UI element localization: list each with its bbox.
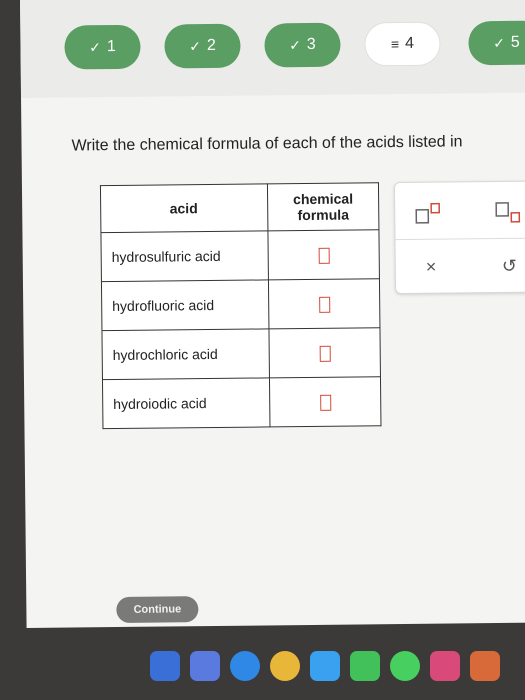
step-5[interactable]: ✓ 5 bbox=[468, 20, 525, 66]
formula-cell[interactable] bbox=[268, 278, 380, 329]
step-3[interactable]: ✓ 3 bbox=[264, 22, 341, 68]
step-1[interactable]: ✓ 1 bbox=[64, 24, 141, 70]
chrome-icon[interactable] bbox=[270, 651, 300, 681]
toolbar-divider bbox=[395, 237, 525, 241]
acid-table: acid chemical formula hydrosulfuric acid… bbox=[99, 182, 382, 430]
progress-bar: ✓ 1 ✓ 2 ✓ 3 ≡ 4 ✓ 5 bbox=[20, 0, 525, 98]
step-4[interactable]: ≡ 4 bbox=[364, 21, 441, 67]
step-label: 2 bbox=[206, 36, 216, 55]
check-icon: ✓ bbox=[493, 34, 505, 51]
table-header-row: acid chemical formula bbox=[100, 182, 379, 233]
subscript-icon[interactable] bbox=[495, 202, 523, 224]
formula-cell[interactable] bbox=[268, 327, 381, 378]
table-row: hydrosulfuric acid bbox=[100, 229, 380, 282]
acid-name: hydrofluoric acid bbox=[101, 279, 269, 331]
check-icon: ✓ bbox=[89, 38, 101, 55]
app-icon[interactable] bbox=[470, 651, 500, 681]
answer-input[interactable] bbox=[319, 345, 331, 362]
answer-input[interactable] bbox=[318, 247, 330, 264]
question-prompt: Write the chemical formula of each of th… bbox=[71, 133, 463, 155]
step-label: 4 bbox=[405, 34, 415, 52]
mail-icon[interactable] bbox=[310, 651, 340, 681]
step-label: 1 bbox=[106, 37, 116, 56]
answer-input[interactable] bbox=[319, 394, 331, 411]
continue-button[interactable]: Continue bbox=[116, 596, 199, 624]
launchpad-icon[interactable] bbox=[190, 651, 220, 681]
table-row: hydrofluoric acid bbox=[101, 278, 380, 331]
undo-icon[interactable]: ↺ bbox=[502, 256, 517, 277]
acid-name: hydrosulfuric acid bbox=[100, 230, 269, 282]
check-icon: ✓ bbox=[289, 36, 301, 53]
header-acid: acid bbox=[100, 183, 268, 233]
step-2[interactable]: ✓ 2 bbox=[164, 23, 241, 69]
table-row: hydroiodic acid bbox=[102, 376, 381, 429]
table-row: hydrochloric acid bbox=[101, 327, 381, 380]
close-icon[interactable]: × bbox=[426, 257, 437, 278]
formula-toolbar: × ↺ bbox=[393, 180, 525, 295]
acid-name: hydroiodic acid bbox=[102, 377, 270, 429]
formula-cell[interactable] bbox=[267, 229, 380, 280]
answer-input[interactable] bbox=[318, 296, 330, 313]
header-formula: chemical formula bbox=[267, 182, 379, 231]
step-label: 5 bbox=[510, 33, 520, 51]
screen: ✓ 1 ✓ 2 ✓ 3 ≡ 4 ✓ 5 Write the chemical f… bbox=[20, 0, 525, 628]
finder-icon[interactable] bbox=[150, 651, 180, 681]
check-icon: ✓ bbox=[189, 37, 201, 54]
step-label: 3 bbox=[306, 35, 316, 53]
menu-icon: ≡ bbox=[390, 36, 400, 53]
acid-name: hydrochloric acid bbox=[101, 328, 270, 380]
messages-icon[interactable] bbox=[390, 651, 420, 681]
formula-cell[interactable] bbox=[269, 376, 381, 427]
safari-icon[interactable] bbox=[230, 651, 260, 681]
app-icon[interactable] bbox=[430, 651, 460, 681]
dock bbox=[150, 646, 525, 686]
superscript-icon[interactable] bbox=[415, 202, 443, 225]
facetime-icon[interactable] bbox=[350, 651, 380, 681]
